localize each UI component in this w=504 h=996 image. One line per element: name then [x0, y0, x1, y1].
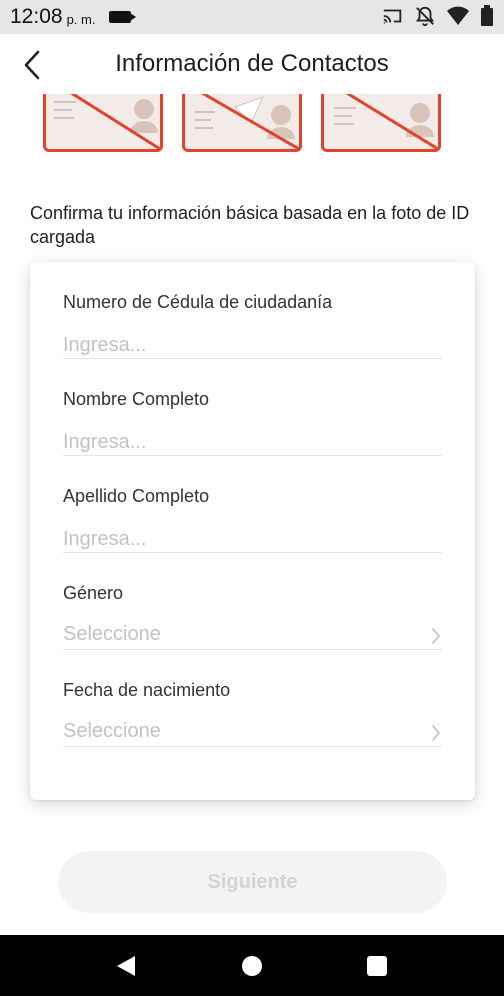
fecha-select-value: Seleccione: [63, 720, 161, 742]
nav-back-icon[interactable]: [115, 955, 137, 977]
genero-field: Género Seleccione: [63, 553, 442, 650]
fecha-label: Fecha de nacimiento: [63, 680, 231, 700]
id-example-image: [182, 94, 302, 152]
id-photo-examples: [0, 94, 504, 156]
apellido-input[interactable]: [63, 526, 403, 552]
cedula-field: Numero de Cédula de ciudadanía: [63, 262, 442, 359]
video-camera-icon: [109, 11, 137, 23]
page-title: Información de Contactos: [115, 50, 389, 77]
nav-recent-apps-icon[interactable]: [367, 956, 387, 976]
basic-info-form: Numero de Cédula de ciudadanía Nombre Co…: [30, 262, 475, 800]
cedula-label: Numero de Cédula de ciudadanía: [63, 292, 333, 312]
id-example-image: [321, 94, 441, 152]
genero-select-value: Seleccione: [63, 623, 161, 645]
battery-icon: [481, 5, 493, 26]
nombre-label: Nombre Completo: [63, 389, 210, 409]
next-button[interactable]: Siguiente: [58, 851, 447, 913]
genero-select[interactable]: Seleccione: [63, 621, 442, 651]
apellido-label: Apellido Completo: [63, 486, 210, 506]
nav-home-icon[interactable]: [242, 956, 262, 976]
chevron-right-icon: [432, 628, 440, 644]
cedula-input[interactable]: [63, 332, 403, 358]
status-ampm: p. m.: [66, 11, 96, 27]
nombre-field: Nombre Completo: [63, 359, 442, 456]
wifi-icon: [447, 6, 469, 25]
chevron-right-icon: [432, 725, 440, 741]
fecha-field: Fecha de nacimiento Seleccione: [63, 650, 442, 747]
cast-icon: [383, 9, 402, 24]
bell-off-icon: [415, 6, 435, 27]
nombre-input[interactable]: [63, 429, 403, 455]
status-icons: [382, 5, 494, 27]
apellido-field: Apellido Completo: [63, 456, 442, 553]
id-example-image: [43, 94, 163, 152]
system-nav-bar: [0, 935, 504, 996]
status-bar: 12:08 p. m.: [0, 0, 504, 34]
genero-label: Género: [63, 583, 124, 603]
intro-text: Confirma tu información básica basada en…: [30, 203, 470, 247]
fecha-select[interactable]: Seleccione: [63, 718, 442, 748]
status-time: 12:08: [10, 5, 63, 28]
app-header: Información de Contactos: [0, 34, 504, 94]
